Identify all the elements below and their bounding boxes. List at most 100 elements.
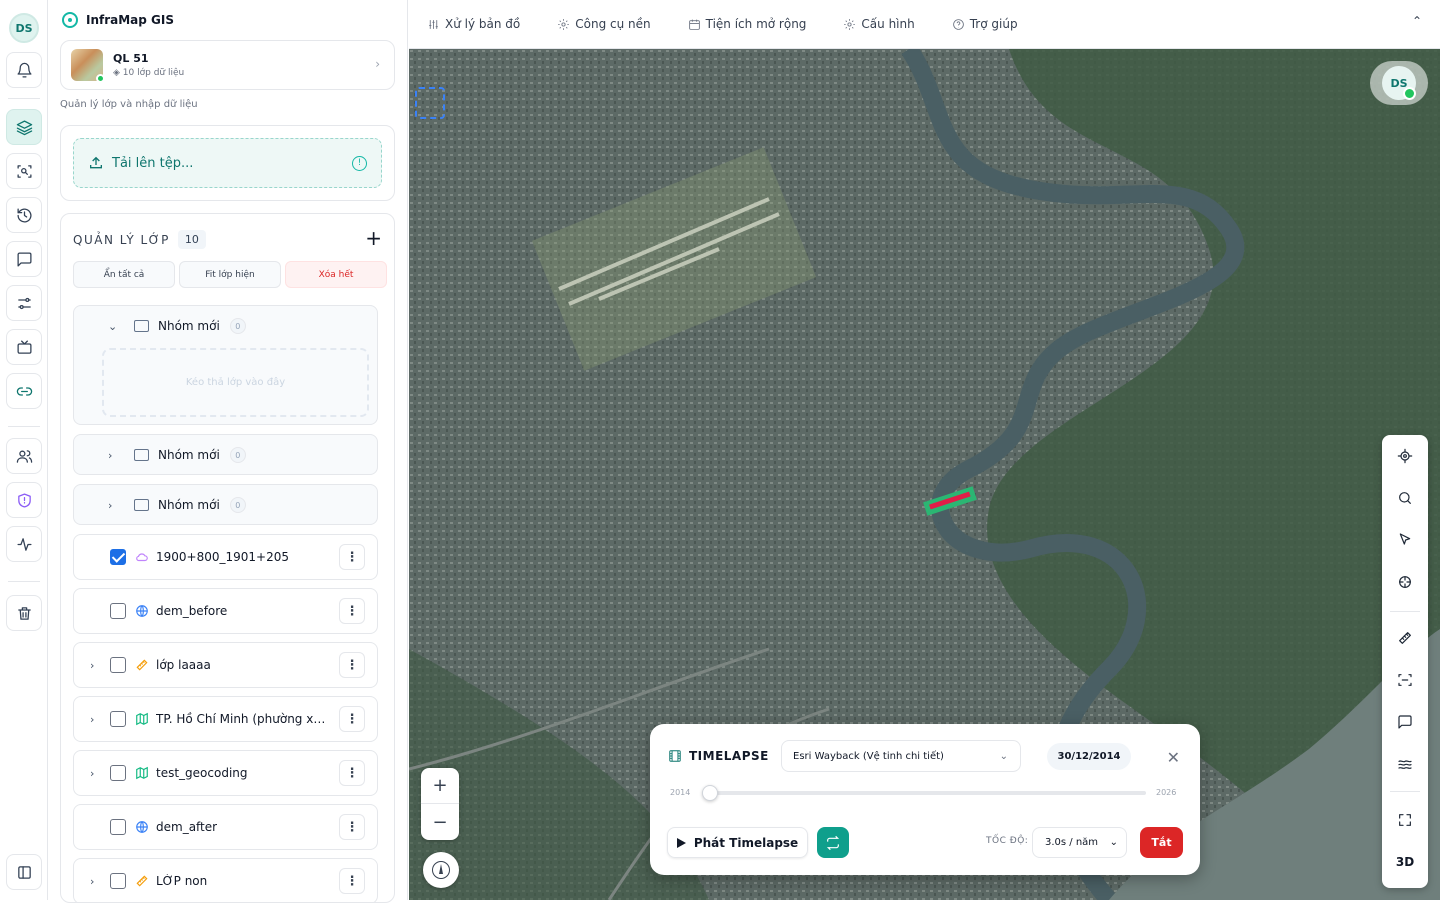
layer-menu-button[interactable]: ⋮ [339,760,365,786]
layer-manager-header: QUẢN LÝ LỚP 10 [73,230,206,249]
chevron-right-icon[interactable]: › [90,713,94,726]
folder-icon [134,320,149,332]
divider [8,581,40,582]
menu-extensions[interactable]: Tiện ích mở rộng [688,17,806,31]
group-count: 0 [229,447,246,463]
group-header[interactable]: ⌄ Nhóm mới 0 [74,306,377,346]
layer-visibility-checkbox[interactable] [110,711,126,727]
message-icon [1398,715,1412,729]
settings-sliders-button[interactable] [6,285,42,321]
timeline-slider[interactable] [704,791,1146,795]
collapse-sidebar-button[interactable] [6,854,42,890]
crosshair-button[interactable] [1382,563,1428,601]
layer-menu-button[interactable]: ⋮ [339,544,365,570]
layer-menu-button[interactable]: ⋮ [339,598,365,624]
layer-row[interactable]: › lớp laaaa ⋮ [73,642,378,688]
group-header[interactable]: › Nhóm mới 0 [74,485,377,525]
menu-settings[interactable]: Cấu hình [843,17,915,31]
chevron-down-icon[interactable]: ⌄ [108,320,117,333]
divider [1390,791,1420,792]
chevron-right-icon[interactable]: › [90,767,94,780]
divider [8,426,40,427]
film-icon [669,750,681,762]
clear-all-button[interactable]: Xóa hết [285,261,387,288]
drop-zone[interactable]: Kéo thả lớp vào đây [102,348,369,417]
layer-row[interactable]: dem_before ⋮ [73,588,378,634]
link-button[interactable] [6,373,42,409]
layer-row[interactable]: › TP. Hồ Chí Minh (phường xã) -... ⋮ [73,696,378,742]
layer-visibility-checkbox[interactable] [110,549,126,565]
scan-button[interactable] [6,153,42,189]
chevron-right-icon[interactable]: › [90,659,94,672]
trash-button[interactable] [6,595,42,631]
layer-visibility-checkbox[interactable] [110,765,126,781]
selection-box[interactable] [415,87,445,119]
timeline-slider-handle[interactable] [702,785,718,801]
layer-panel: InfraMap GIS QL 51 ◈ 10 lớp dữ liệu › Qu… [48,0,453,903]
layer-row[interactable]: › test_geocoding ⋮ [73,750,378,796]
layer-visibility-checkbox[interactable] [110,873,126,889]
layer-menu-button[interactable]: ⋮ [339,868,365,894]
layer-row[interactable]: › LỚP non ⋮ [73,858,378,902]
menu-help[interactable]: Trợ giúp [952,17,1018,31]
layer-group: › Nhóm mới 0 [73,484,378,525]
speed-select[interactable]: 3.0s / năm ⌄ [1032,827,1127,858]
layer-row[interactable]: dem_after ⋮ [73,804,378,850]
layers-button[interactable] [6,109,42,145]
zoom-out-button[interactable]: − [421,804,459,840]
menu-map-processing[interactable]: Xử lý bản đồ [427,17,520,31]
area-button[interactable] [1382,661,1428,699]
loop-toggle-button[interactable] [817,827,849,858]
fit-visible-button[interactable]: Fit lớp hiện [179,261,281,288]
waves-button[interactable] [1382,745,1428,783]
map-view[interactable]: DS 3D + − TIMELAPSE Esri Wayback (Vệ tin… [409,49,1440,900]
group-count: 0 [229,497,246,513]
info-icon[interactable]: ! [352,155,367,171]
project-selector[interactable]: QL 51 ◈ 10 lớp dữ liệu › [60,40,395,90]
locate-button[interactable] [1382,437,1428,475]
select-button[interactable] [1382,521,1428,559]
sidebar-collapse-icon [17,865,31,879]
layer-visibility-checkbox[interactable] [110,657,126,673]
map-user-avatar[interactable]: DS [1370,61,1428,105]
close-icon[interactable]: ✕ [1167,748,1180,767]
imagery-source-select[interactable]: Esri Wayback (Vệ tinh chi tiết) ⌄ [781,740,1021,772]
help-circle-icon [952,18,964,30]
hide-all-button[interactable]: Ẩn tất cả [73,261,175,288]
layer-visibility-checkbox[interactable] [110,819,126,835]
scan-search-icon [16,164,32,178]
icon-rail: DS [0,0,48,900]
user-avatar[interactable]: DS [9,13,39,43]
chevron-right-icon[interactable]: › [108,449,112,462]
comment-button[interactable] [1382,703,1428,741]
fullscreen-button[interactable] [1382,801,1428,839]
layer-menu-button[interactable]: ⋮ [339,706,365,732]
play-timelapse-button[interactable]: Phát Timelapse [667,827,808,858]
layer-menu-button[interactable]: ⋮ [339,814,365,840]
search-button[interactable] [1382,479,1428,517]
layer-name: dem_after [156,820,218,834]
measure-button[interactable] [1382,619,1428,657]
compass-button[interactable] [423,852,459,888]
chevron-right-icon[interactable]: › [108,499,112,512]
tv-button[interactable] [6,329,42,365]
online-indicator [96,74,105,83]
history-button[interactable] [6,197,42,233]
turn-off-button[interactable]: Tắt [1140,827,1183,858]
menu-base-tools[interactable]: Công cụ nền [557,17,651,31]
activity-button[interactable] [6,526,42,562]
group-header[interactable]: › Nhóm mới 0 [74,435,377,475]
notifications-button[interactable] [6,52,42,88]
chevron-up-icon[interactable]: ⌃ [1412,14,1422,28]
toggle-3d-button[interactable]: 3D [1382,843,1428,881]
upload-button[interactable]: Tải lên tệp... ! [73,138,382,188]
zoom-in-button[interactable]: + [421,768,459,804]
layer-row[interactable]: 1900+800_1901+205 ⋮ [73,534,378,580]
layer-visibility-checkbox[interactable] [110,603,126,619]
layer-menu-button[interactable]: ⋮ [339,652,365,678]
messages-button[interactable] [6,241,42,277]
shield-button[interactable] [6,482,42,518]
add-layer-button[interactable]: + [365,226,382,250]
chevron-right-icon[interactable]: › [90,875,94,888]
users-button[interactable] [6,438,42,474]
